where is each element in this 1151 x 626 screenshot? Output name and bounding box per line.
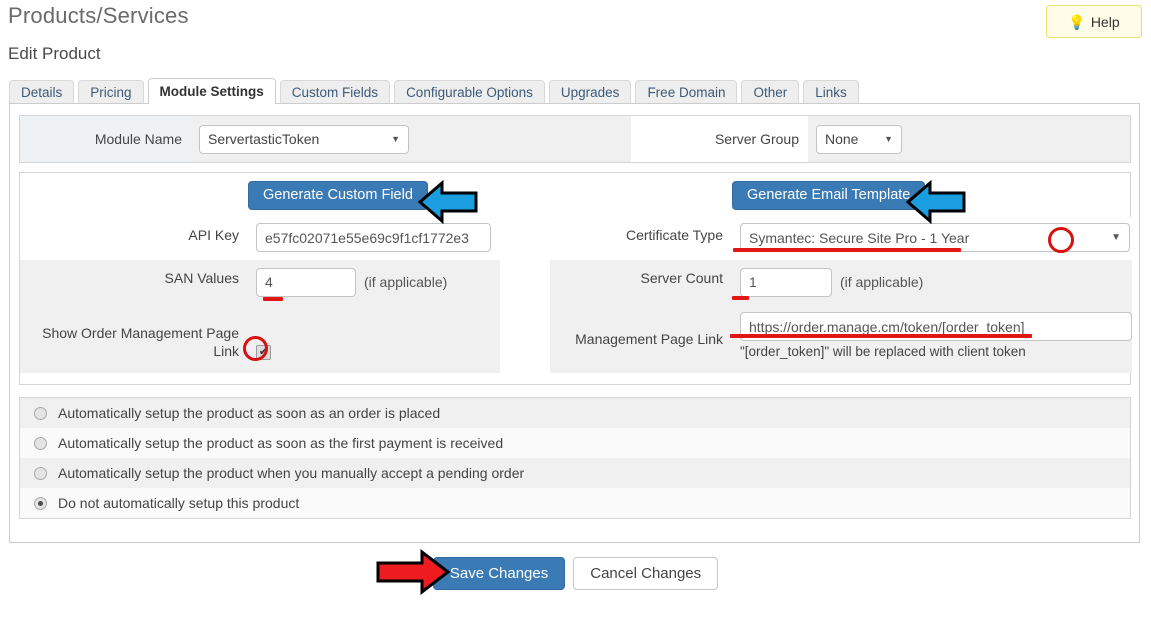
- certificate-type-field-cell: Symantec: Secure Site Pro - 1 Year ▼: [732, 217, 1132, 260]
- radio-icon[interactable]: [34, 436, 47, 450]
- san-values-label: SAN Values: [20, 260, 248, 304]
- san-values-hint: (if applicable): [364, 274, 448, 290]
- generate-email-template-row: Generate Email Template: [550, 173, 1132, 217]
- tab-bar: Details Pricing Module Settings Custom F…: [9, 78, 863, 104]
- module-name-label: Module Name: [20, 116, 191, 162]
- tab-upgrades[interactable]: Upgrades: [548, 80, 632, 104]
- certificate-type-select[interactable]: Symantec: Secure Site Pro - 1 Year ▼: [740, 223, 1130, 252]
- module-fields-box: Generate Custom Field API Key e57fc02071…: [19, 172, 1132, 385]
- san-values-input[interactable]: 4: [256, 267, 356, 297]
- setup-option-label: Automatically setup the product as soon …: [58, 435, 504, 451]
- save-changes-button[interactable]: Save Changes: [432, 556, 566, 590]
- radio-icon[interactable]: [34, 466, 47, 480]
- certificate-type-row: Certificate Type Symantec: Secure Site P…: [550, 217, 1132, 260]
- api-key-label: API Key: [20, 217, 248, 260]
- server-count-hint: (if applicable): [840, 274, 924, 290]
- server-count-field-cell: 1 (if applicable): [732, 260, 1132, 304]
- chevron-down-icon: ▼: [1111, 232, 1121, 243]
- tab-details[interactable]: Details: [9, 80, 75, 104]
- show-order-link-checkbox[interactable]: ✔: [256, 345, 271, 360]
- radio-icon[interactable]: [34, 406, 47, 420]
- setup-option-label: Automatically setup the product when you…: [58, 465, 525, 481]
- module-header-row: Module Name ServertasticToken ▼ Server G…: [19, 115, 1131, 163]
- module-name-select[interactable]: ServertasticToken ▼: [199, 124, 409, 154]
- san-values-row: SAN Values 4 (if applicable): [20, 260, 500, 304]
- module-settings-panel: Module Name ServertasticToken ▼ Server G…: [9, 103, 1140, 543]
- right-settings-column: Generate Email Template Certificate Type…: [550, 173, 1132, 373]
- checkmark-icon: ✔: [258, 346, 269, 358]
- server-group-field-cell: None ▼: [808, 116, 1130, 162]
- radio-icon-selected[interactable]: [34, 496, 47, 510]
- setup-option-manual-accept[interactable]: Automatically setup the product when you…: [20, 458, 1130, 488]
- help-button-label: Help: [1090, 13, 1120, 30]
- left-settings-column: Generate Custom Field API Key e57fc02071…: [20, 173, 500, 373]
- server-count-label: Server Count: [550, 260, 732, 304]
- management-link-field-cell: https://order.manage.cm/token/[order_tok…: [732, 304, 1132, 373]
- tab-links[interactable]: Links: [803, 80, 859, 104]
- tab-free-domain[interactable]: Free Domain: [635, 80, 738, 104]
- management-link-note: "[order_token]" will be replaced with cl…: [740, 344, 1026, 359]
- tab-pricing[interactable]: Pricing: [78, 80, 144, 104]
- setup-option-no-auto[interactable]: Do not automatically setup this product: [20, 488, 1130, 518]
- section-subtitle: Edit Product: [8, 44, 101, 63]
- generate-email-template-button[interactable]: Generate Email Template: [732, 180, 926, 210]
- setup-option-label: Automatically setup the product as soon …: [58, 405, 441, 421]
- server-group-label: Server Group: [631, 116, 808, 162]
- generate-custom-field-row: Generate Custom Field: [20, 173, 500, 217]
- san-values-field-cell: 4 (if applicable): [248, 260, 500, 304]
- tab-other[interactable]: Other: [741, 80, 800, 104]
- management-link-input[interactable]: https://order.manage.cm/token/[order_tok…: [740, 312, 1132, 341]
- server-count-input[interactable]: 1: [740, 267, 832, 297]
- page-title: Products/Services: [8, 3, 189, 28]
- tab-custom-fields[interactable]: Custom Fields: [279, 80, 391, 104]
- show-order-link-label: Show Order Management Page Link: [20, 304, 248, 373]
- form-actions: Save Changes Cancel Changes: [0, 553, 1151, 593]
- setup-option-label: Do not automatically setup this product: [58, 495, 300, 511]
- tab-module-settings[interactable]: Module Settings: [147, 78, 276, 104]
- show-order-link-field-cell: ✔: [248, 304, 500, 373]
- lightbulb-icon: 💡: [1068, 13, 1086, 30]
- api-key-row: API Key e57fc02071e55e69c9f1cf1772e3: [20, 217, 500, 260]
- certificate-type-label: Certificate Type: [550, 217, 732, 260]
- chevron-down-icon: ▼: [884, 134, 893, 144]
- module-name-field-cell: ServertasticToken ▼: [191, 116, 631, 162]
- management-link-row: Management Page Link https://order.manag…: [550, 304, 1132, 373]
- api-key-input[interactable]: e57fc02071e55e69c9f1cf1772e3: [256, 223, 491, 252]
- show-order-link-row: Show Order Management Page Link ✔: [20, 304, 500, 373]
- setup-option-order-placed[interactable]: Automatically setup the product as soon …: [20, 398, 1130, 428]
- module-name-value: ServertasticToken: [208, 131, 320, 147]
- help-button[interactable]: 💡 Help: [1046, 5, 1142, 38]
- generate-custom-field-button[interactable]: Generate Custom Field: [248, 180, 428, 210]
- cancel-changes-button[interactable]: Cancel Changes: [573, 556, 719, 590]
- server-count-row: Server Count 1 (if applicable): [550, 260, 1132, 304]
- chevron-down-icon: ▼: [391, 134, 400, 144]
- server-group-select[interactable]: None ▼: [816, 124, 902, 154]
- tab-configurable-options[interactable]: Configurable Options: [394, 80, 545, 104]
- management-link-label: Management Page Link: [550, 304, 732, 373]
- setup-options-list: Automatically setup the product as soon …: [19, 397, 1131, 519]
- api-key-field-cell: e57fc02071e55e69c9f1cf1772e3: [248, 217, 500, 260]
- server-group-value: None: [825, 131, 859, 147]
- setup-option-first-payment[interactable]: Automatically setup the product as soon …: [20, 428, 1130, 458]
